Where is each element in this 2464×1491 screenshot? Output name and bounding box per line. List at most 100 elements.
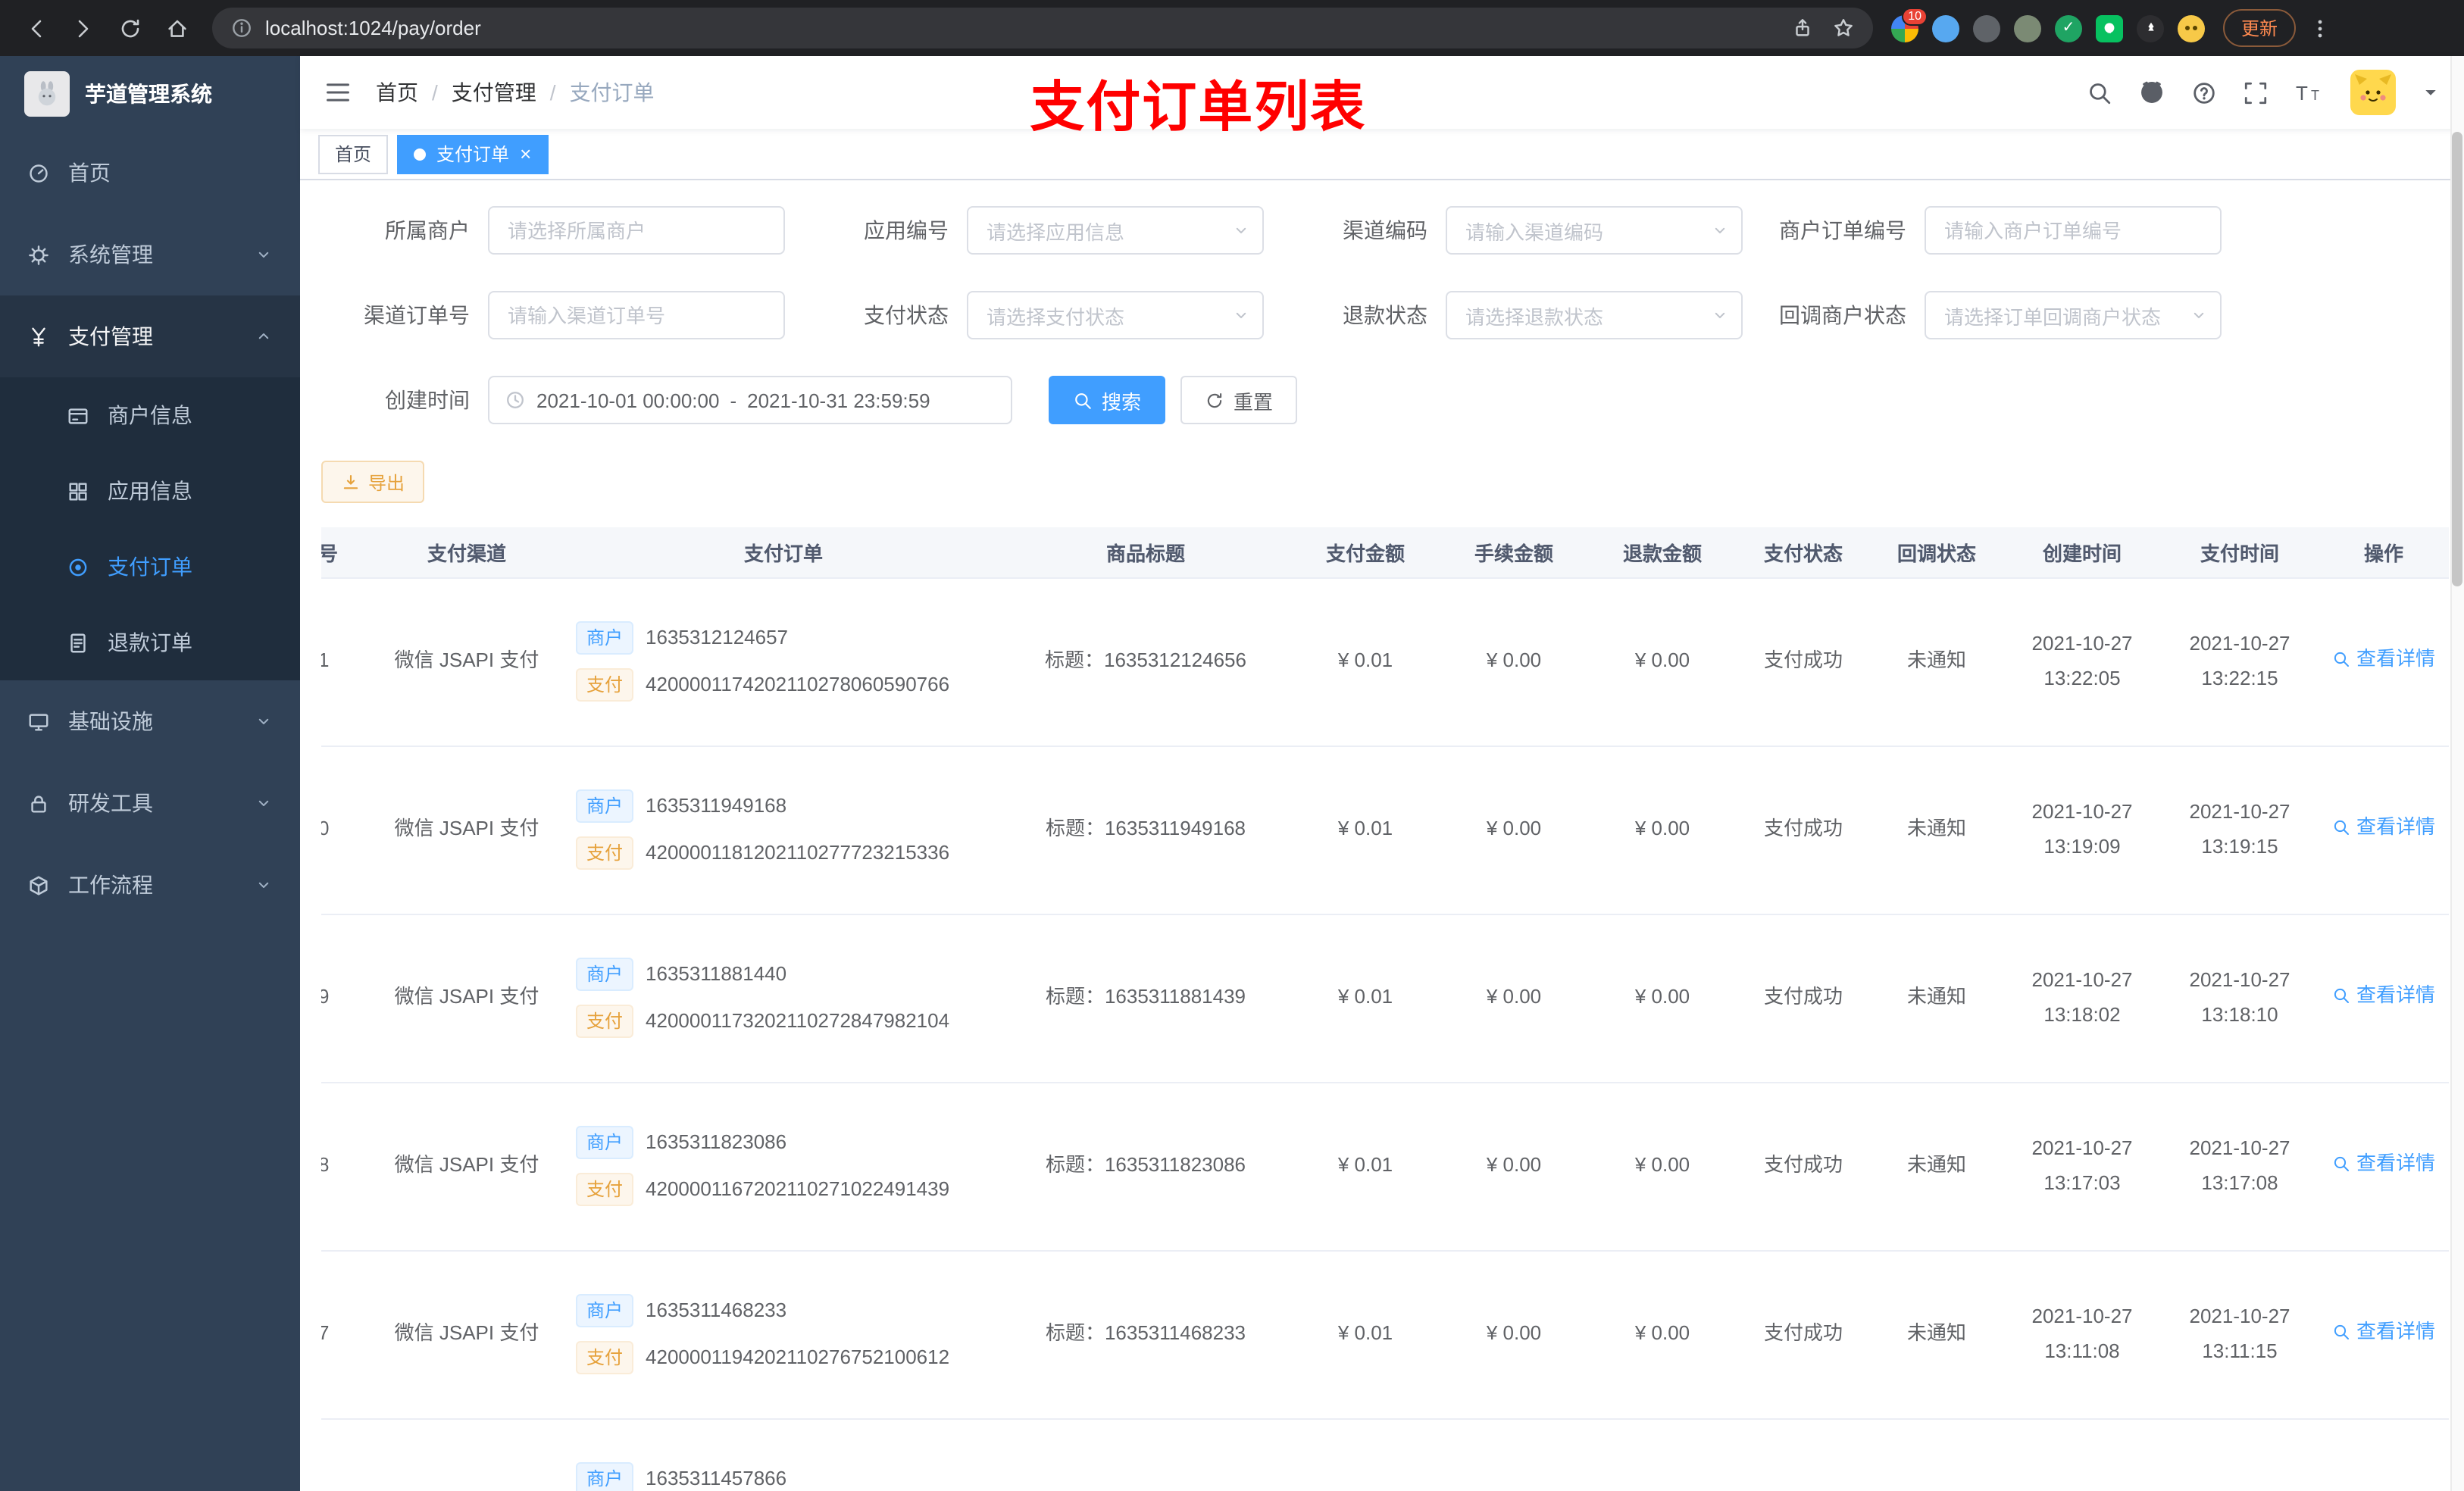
notify-status-select[interactable]: 请选择订单回调商户状态 [1925,291,2222,339]
sidebar-item-label: 首页 [68,161,111,185]
tab-close-icon[interactable]: × [520,144,531,164]
window-scrollbar[interactable] [2450,56,2464,1491]
extension-pin-icon[interactable] [2137,14,2164,42]
app-logo[interactable]: 芋道管理系统 [0,56,300,132]
cell-id: 20 [321,746,367,914]
sidebar-item-infrastructure[interactable]: 基础设施 [0,680,300,762]
chevron-down-icon [255,876,273,894]
app-id-select[interactable]: 请选择应用信息 [967,206,1264,255]
extension-check-icon[interactable]: ✓ [2055,14,2082,42]
view-detail-link[interactable]: 查看详情 [2332,1316,2435,1349]
caret-down-icon[interactable] [2422,83,2440,102]
extension-gray-icon[interactable] [1973,14,2000,42]
view-detail-link[interactable]: 查看详情 [2332,980,2435,1013]
select-placeholder: 请输入渠道编码 [1465,220,1604,243]
table-row: 21 微信 JSAPI 支付 商户 1635312124657 支付 4200001… [321,577,2449,746]
fullscreen-icon[interactable] [2243,80,2269,105]
browser-forward-button[interactable] [62,8,103,48]
url-text: localhost:1024/pay/order [265,17,481,39]
dashboard-icon [30,164,48,182]
address-bar[interactable]: localhost:1024/pay/order [212,8,1873,48]
browser-reload-button[interactable] [109,8,150,48]
filter-row-1: 所属商户 应用编号 请选择应用信息 渠道编码 请输入渠道编码 [321,206,2449,255]
reset-button[interactable]: 重置 [1180,376,1298,424]
sidebar-item-dev-tools[interactable]: 研发工具 [0,762,300,844]
share-icon[interactable] [1791,17,1814,39]
filter-label: 支付状态 [864,303,949,327]
merchant-input[interactable] [488,206,785,255]
hamburger-icon[interactable] [324,79,352,106]
merchant-order-no-input[interactable] [1925,206,2222,255]
breadcrumb-pay-mgmt[interactable]: 支付管理 [452,77,536,108]
extension-olive-icon[interactable] [2014,14,2041,42]
help-icon[interactable] [2191,80,2217,105]
view-detail-label: 查看详情 [2356,1320,2435,1343]
browser-menu-icon[interactable] [2308,16,2332,40]
scrollbar-thumb[interactable] [2452,132,2462,586]
orders-table: 编号 支付渠道 支付订单 商品标题 支付金额 手续金额 退款金额 支付状态 回调… [321,527,2449,1491]
app-title: 芋道管理系统 [85,82,212,106]
tab-pay-order[interactable]: 支付订单 × [397,134,549,173]
site-info-icon[interactable] [230,17,253,39]
cell-actions: 查看详情 [2319,746,2449,914]
export-button[interactable]: 导出 [321,461,425,503]
sidebar-item-workflow[interactable]: 工作流程 [0,844,300,926]
view-detail-link[interactable]: 查看详情 [2332,643,2435,677]
cell-pay-status [1737,1418,1870,1491]
cell-pay-time: 2021-10-27 13:19:15 [2161,746,2319,914]
date-range-picker[interactable]: 2021-10-01 00:00:00 - 2021-10-31 23:59:5… [488,376,1012,424]
font-size-icon[interactable]: TT [2294,80,2325,105]
browser-back-button[interactable] [15,8,56,48]
extensions-puzzle-icon[interactable]: 10 [1891,7,1928,42]
github-icon[interactable] [2138,79,2165,106]
cell-fee [1440,1418,1588,1491]
extension-drop-icon[interactable] [1932,14,1959,42]
breadcrumb-home[interactable]: 首页 [376,77,418,108]
main-area: 首页 / 支付管理 / 支付订单 支付订单列表 T T 首页 支付订单 × 所属… [300,56,2464,1491]
extension-badge: 10 [1902,7,1928,25]
sidebar-item-payment[interactable]: 支付管理 [0,295,300,377]
table-row: 20 微信 JSAPI 支付 商户 1635311949168 支付 4200001… [321,746,2449,914]
filter-pay-status: 支付状态 请选择支付状态 [800,291,1264,339]
cell-amount [1291,1418,1440,1491]
sidebar-item-refund-order[interactable]: 退款订单 [0,605,300,680]
svg-text:T: T [2311,88,2319,103]
sidebar-item-system[interactable]: 系统管理 [0,214,300,295]
header-channel: 支付渠道 [367,527,567,578]
sidebar-item-merchant-info[interactable]: 商户信息 [0,377,300,453]
cell-channel: 微信 JSAPI 支付 [367,1082,567,1251]
browser-home-button[interactable] [156,8,197,48]
refund-status-select[interactable]: 请选择退款状态 [1446,291,1743,339]
cell-create-time: 2021-10-27 13:18:02 [2003,914,2161,1083]
user-avatar[interactable] [2350,70,2396,115]
extension-chat-icon[interactable] [2096,14,2123,42]
header-actions: 操作 [2319,527,2449,578]
channel-order-no-input[interactable] [488,291,785,339]
cell-refund: ¥ 0.00 [1588,1082,1737,1251]
tab-home[interactable]: 首页 [318,134,389,173]
cell-actions: 查看详情 [2319,1250,2449,1419]
browser-update-button[interactable]: 更新 [2223,9,2297,47]
cell-refund: ¥ 0.00 [1588,577,1737,746]
sidebar-item-label: 应用信息 [108,479,192,503]
date-separator: - [730,389,737,411]
cell-title: 标题：1635311881439 [1000,914,1291,1083]
extension-face-icon[interactable] [2178,14,2205,42]
page-content: 所属商户 应用编号 请选择应用信息 渠道编码 请输入渠道编码 [300,180,2464,1491]
merchant-tag: 商户 [576,1294,634,1327]
sidebar-item-home[interactable]: 首页 [0,132,300,214]
channel-code-select[interactable]: 请输入渠道编码 [1446,206,1743,255]
search-icon[interactable] [2087,80,2112,105]
chevron-down-icon [1711,306,1729,324]
bookmark-star-icon[interactable] [1832,17,1855,39]
cell-title: 标题：1635311949168 [1000,746,1291,914]
search-button[interactable]: 搜索 [1049,376,1166,424]
view-detail-link[interactable]: 查看详情 [2332,811,2435,845]
sidebar-item-app-info[interactable]: 应用信息 [0,453,300,529]
filter-label: 渠道订单号 [364,303,470,327]
view-detail-link[interactable]: 查看详情 [2332,1148,2435,1181]
pay-status-select[interactable]: 请选择支付状态 [967,291,1264,339]
sidebar-item-pay-order[interactable]: 支付订单 [0,529,300,605]
sidebar-item-label: 工作流程 [68,873,153,897]
cell-create-time: 2021-10-27 13:22:05 [2003,577,2161,746]
